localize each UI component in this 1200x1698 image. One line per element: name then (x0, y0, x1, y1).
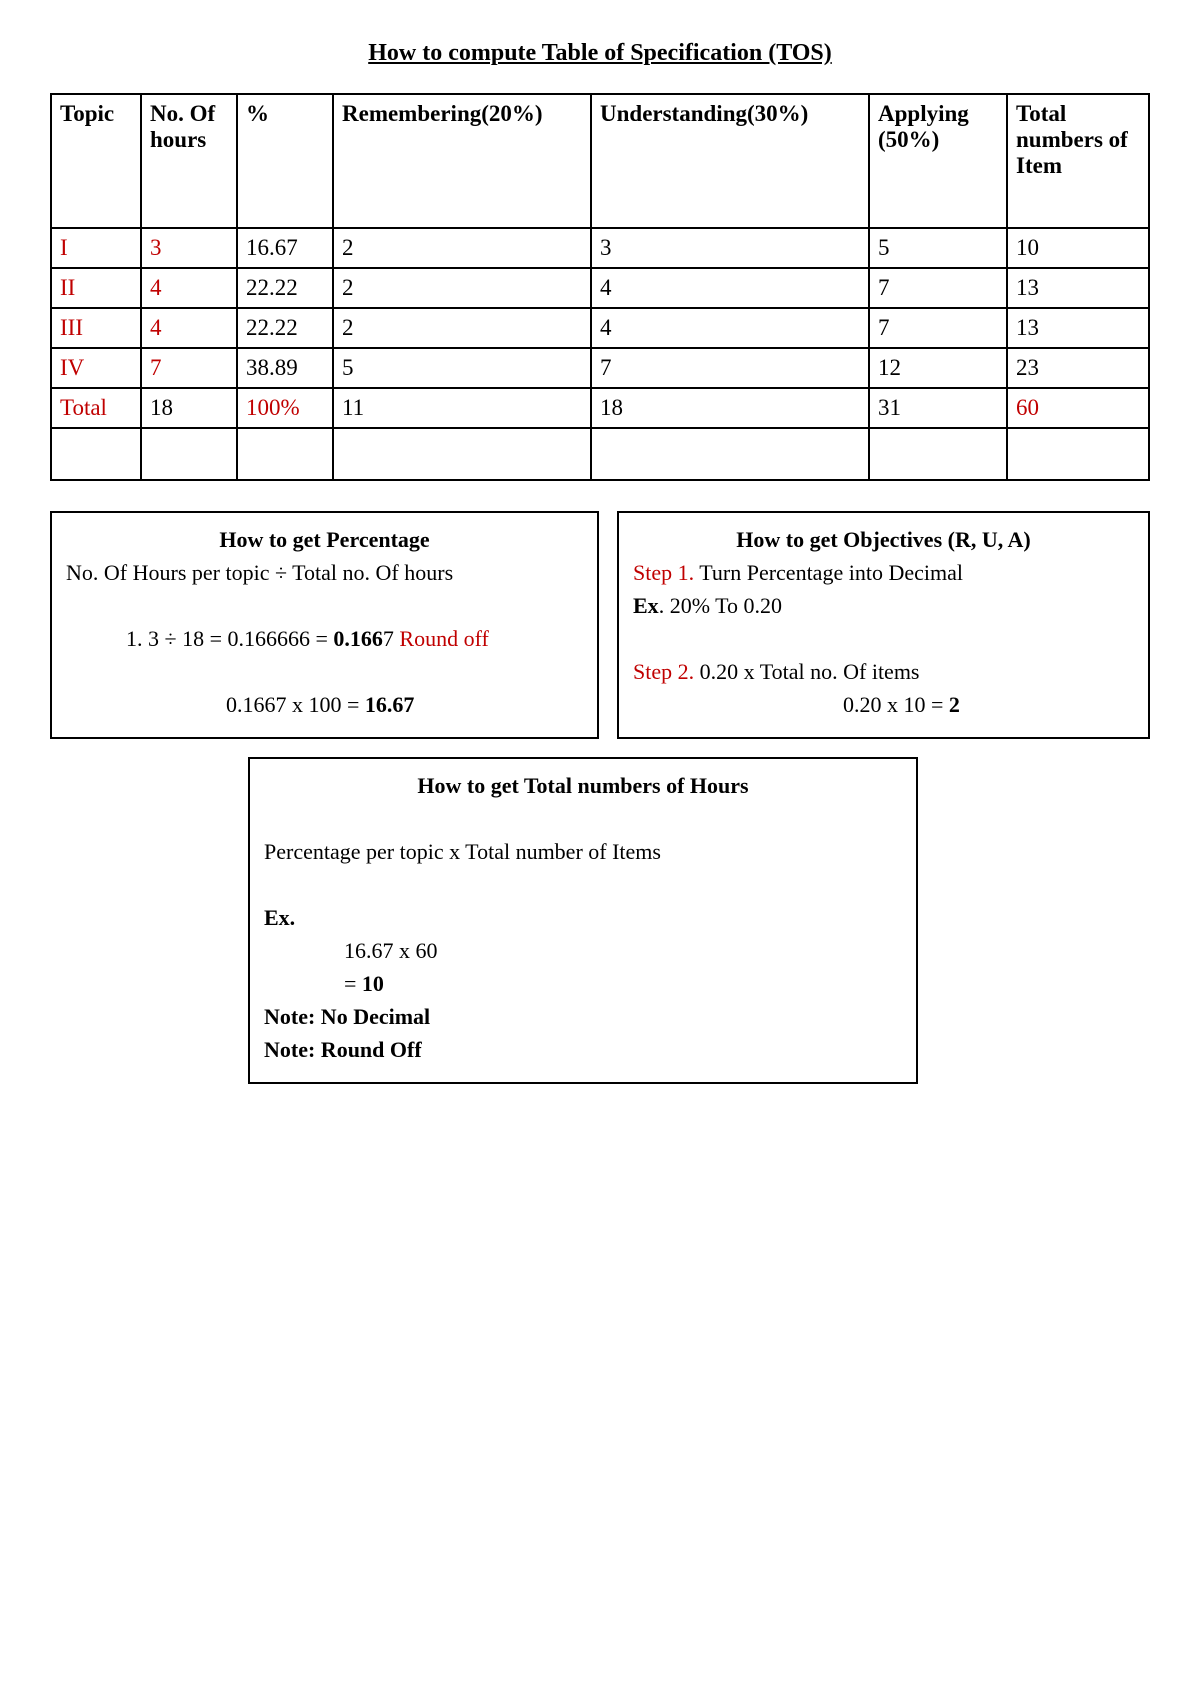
cell-pct: 16.67 (237, 228, 333, 268)
col-hours: No. Of hours (141, 94, 237, 228)
percentage-box-title: How to get Percentage (66, 523, 583, 556)
col-remembering: Remembering(20%) (333, 94, 591, 228)
objectives-calc: 0.20 x 10 = 2 (633, 688, 1134, 721)
cell-u: 7 (591, 348, 869, 388)
cell-total: 13 (1007, 268, 1149, 308)
total-hours-formula: Percentage per topic x Total number of I… (264, 835, 902, 868)
step-label: Step 1. (633, 560, 694, 585)
calc-result: 16.67 (365, 692, 415, 717)
calc-bold: 0.166 (333, 626, 383, 651)
cell-topic: III (51, 308, 141, 348)
tos-table: Topic No. Of hours % Remembering(20%) Un… (50, 93, 1150, 481)
cell-u: 3 (591, 228, 869, 268)
step-text: 0.20 x Total no. Of items (694, 659, 919, 684)
cell-pct: 38.89 (237, 348, 333, 388)
table-row: I 3 16.67 2 3 5 10 (51, 228, 1149, 268)
cell-total-label: Total (51, 388, 141, 428)
cell-total-u: 18 (591, 388, 869, 428)
cell-total-r: 11 (333, 388, 591, 428)
col-applying: Applying (50%) (869, 94, 1007, 228)
cell-topic: IV (51, 348, 141, 388)
table-row: II 4 22.22 2 4 7 13 (51, 268, 1149, 308)
calc-text: = (344, 971, 362, 996)
cell-a: 7 (869, 268, 1007, 308)
table-empty-row (51, 428, 1149, 480)
cell-r: 2 (333, 268, 591, 308)
cell-u: 4 (591, 308, 869, 348)
objectives-box: How to get Objectives (R, U, A) Step 1. … (617, 511, 1150, 739)
cell-r: 5 (333, 348, 591, 388)
example-text: . 20% To 0.20 (659, 593, 782, 618)
cell-total: 10 (1007, 228, 1149, 268)
calc-text: 0.20 x 10 = (843, 692, 949, 717)
table-row: IV 7 38.89 5 7 12 23 (51, 348, 1149, 388)
cell-hours: 7 (141, 348, 237, 388)
objectives-example: Ex. 20% To 0.20 (633, 589, 1134, 622)
col-understanding: Understanding(30%) (591, 94, 869, 228)
note-no-decimal: Note: No Decimal (264, 1000, 902, 1033)
calc-text: 0.1667 x 100 = (226, 692, 365, 717)
cell-pct: 22.22 (237, 308, 333, 348)
cell-a: 7 (869, 308, 1007, 348)
cell-u: 4 (591, 268, 869, 308)
cell-total: 13 (1007, 308, 1149, 348)
cell-topic: II (51, 268, 141, 308)
cell-hours: 3 (141, 228, 237, 268)
calc-text: 7 (383, 626, 400, 651)
total-hours-box: How to get Total numbers of Hours Percen… (248, 757, 918, 1084)
cell-a: 5 (869, 228, 1007, 268)
round-off-label: Round off (399, 626, 488, 651)
cell-total-a: 31 (869, 388, 1007, 428)
percentage-formula: No. Of Hours per topic ÷ Total no. Of ho… (66, 556, 583, 589)
cell-a: 12 (869, 348, 1007, 388)
percentage-box: How to get Percentage No. Of Hours per t… (50, 511, 599, 739)
col-pct: % (237, 94, 333, 228)
table-header-row: Topic No. Of hours % Remembering(20%) Un… (51, 94, 1149, 228)
calc-result: 10 (362, 971, 384, 996)
total-hours-calc-1: 16.67 x 60 (264, 934, 902, 967)
cell-total-pct: 100% (237, 388, 333, 428)
objectives-box-title: How to get Objectives (R, U, A) (633, 523, 1134, 556)
col-total: Total numbers of Item (1007, 94, 1149, 228)
cell-r: 2 (333, 228, 591, 268)
objectives-step-1: Step 1. Turn Percentage into Decimal (633, 556, 1134, 589)
note-round-off: Note: Round Off (264, 1033, 902, 1066)
percentage-calc-2: 0.1667 x 100 = 16.67 (66, 688, 583, 721)
example-label: Ex (633, 593, 659, 618)
cell-total-hours: 18 (141, 388, 237, 428)
cell-pct: 22.22 (237, 268, 333, 308)
col-topic: Topic (51, 94, 141, 228)
cell-total: 23 (1007, 348, 1149, 388)
objectives-step-2: Step 2. 0.20 x Total no. Of items (633, 655, 1134, 688)
step-text: Turn Percentage into Decimal (694, 560, 963, 585)
cell-hours: 4 (141, 308, 237, 348)
cell-r: 2 (333, 308, 591, 348)
step-label: Step 2. (633, 659, 694, 684)
cell-topic: I (51, 228, 141, 268)
cell-hours: 4 (141, 268, 237, 308)
total-hours-box-title: How to get Total numbers of Hours (264, 769, 902, 802)
total-hours-calc-2: = 10 (264, 967, 902, 1000)
table-row: III 4 22.22 2 4 7 13 (51, 308, 1149, 348)
example-label: Ex. (264, 901, 902, 934)
table-total-row: Total 18 100% 11 18 31 60 (51, 388, 1149, 428)
percentage-calc-1: 1. 3 ÷ 18 = 0.166666 = 0.1667 Round off (66, 622, 583, 655)
calc-result: 2 (949, 692, 960, 717)
cell-total-total: 60 (1007, 388, 1149, 428)
calc-text: 1. 3 ÷ 18 = 0.166666 = (126, 626, 333, 651)
info-boxes-row: How to get Percentage No. Of Hours per t… (50, 511, 1150, 739)
page-title: How to compute Table of Specification (T… (50, 40, 1150, 67)
